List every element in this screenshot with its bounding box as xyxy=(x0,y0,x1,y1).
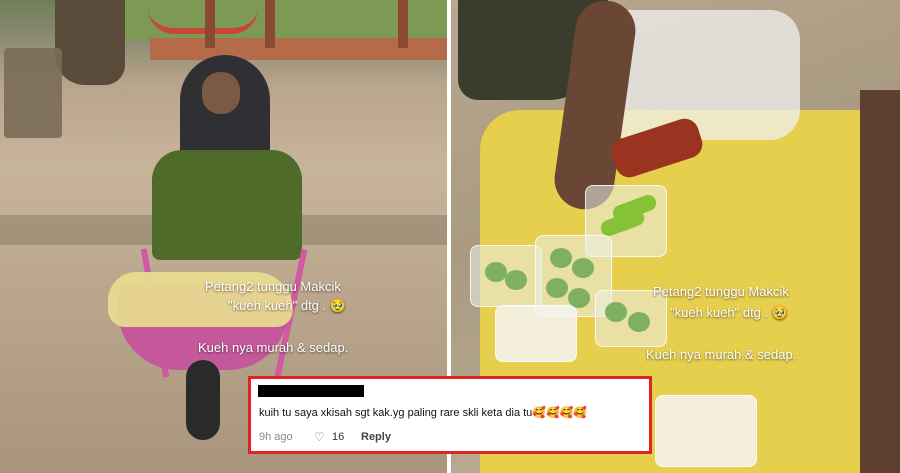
woman-face xyxy=(202,72,240,114)
like-count: 16 xyxy=(332,431,345,443)
comment-timestamp: 9h ago xyxy=(259,431,293,443)
caption-line-2: "kueh kueh" dtg . 🥹 xyxy=(228,298,346,313)
kueh-buah-melaka xyxy=(605,302,627,322)
wooden-bench xyxy=(4,48,62,138)
kueh-buah-melaka xyxy=(505,270,527,290)
kueh-buah-melaka xyxy=(550,248,572,268)
wheelbarrow-wheel xyxy=(186,360,220,440)
hammock xyxy=(148,8,258,34)
kueh-buah-melaka xyxy=(485,262,507,282)
tree-trunk xyxy=(55,0,125,85)
kueh-buah-melaka xyxy=(546,278,568,298)
heart-icon[interactable]: ♡ xyxy=(314,430,325,444)
comment-card: kuih tu saya xkisah sgt kak.yg paling ra… xyxy=(248,376,652,454)
kueh-packet xyxy=(655,395,757,467)
caption-line-3: Kueh nya murah & sedap. xyxy=(646,347,797,362)
deck-post xyxy=(205,0,215,48)
woman-blouse xyxy=(152,150,302,260)
caption-line-1: Petang2 tunggu Makcik xyxy=(653,284,789,299)
comment-text: kuih tu saya xkisah sgt kak.yg paling ra… xyxy=(259,407,588,419)
reply-button[interactable]: Reply xyxy=(361,431,391,443)
caption-line-2: "kueh kueh" dtg . 🥹 xyxy=(670,305,788,320)
caption-line-1: Petang2 tunggu Makcik xyxy=(205,279,341,294)
caption-line-3: Kueh nya murah & sedap. xyxy=(198,340,349,355)
deck-post xyxy=(265,0,275,48)
redacted-username xyxy=(258,385,364,397)
kueh-packet xyxy=(495,305,577,362)
kueh-buah-melaka xyxy=(628,312,650,332)
wheelbarrow-rim xyxy=(860,90,900,473)
deck-post xyxy=(398,0,408,48)
kueh-buah-melaka xyxy=(572,258,594,278)
